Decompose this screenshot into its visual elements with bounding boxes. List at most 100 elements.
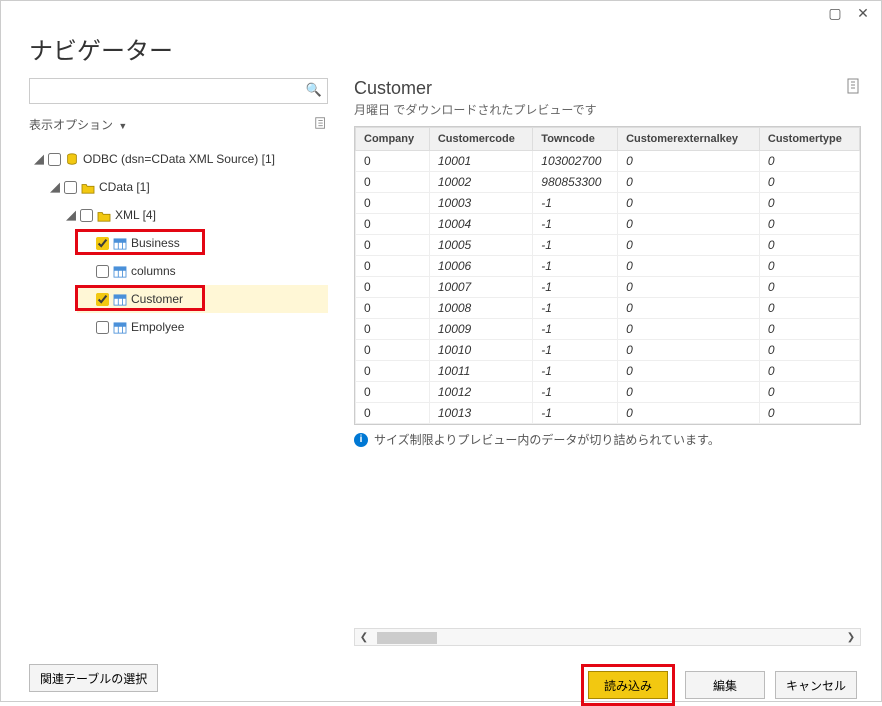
nav-tree: ◢ ODBC (dsn=CData XML Source) [1] ◢ CDat…	[29, 145, 328, 341]
cancel-button[interactable]: キャンセル	[775, 671, 857, 699]
close-icon[interactable]: ✕	[855, 5, 871, 21]
column-header[interactable]: Customercode	[429, 128, 532, 151]
refresh-icon[interactable]	[314, 116, 328, 133]
select-related-button[interactable]: 関連テーブルの選択	[29, 664, 158, 692]
table-row[interactable]: 010011-100	[356, 361, 860, 382]
database-icon	[63, 152, 81, 167]
table-cell: -1	[533, 193, 618, 214]
preview-title: Customer	[354, 78, 597, 99]
checkbox-empolyee[interactable]	[96, 321, 109, 334]
preview-subtitle: 月曜日 でダウンロードされたプレビューです	[354, 101, 597, 118]
table-cell: 10003	[429, 193, 532, 214]
checkbox-cdata[interactable]	[64, 181, 77, 194]
table-icon	[111, 264, 129, 278]
table-cell: -1	[533, 298, 618, 319]
table-row[interactable]: 010007-100	[356, 277, 860, 298]
table-cell: -1	[533, 319, 618, 340]
page-icon[interactable]	[847, 78, 861, 97]
table-row[interactable]: 010005-100	[356, 235, 860, 256]
table-row[interactable]: 010004-100	[356, 214, 860, 235]
column-header[interactable]: Customertype	[759, 128, 859, 151]
checkbox-customer[interactable]	[96, 293, 109, 306]
table-icon	[111, 320, 129, 334]
scroll-left-icon[interactable]: ❮	[355, 632, 373, 643]
table-cell: 0	[618, 403, 760, 424]
table-row[interactable]: 010013-100	[356, 403, 860, 424]
scroll-right-icon[interactable]: ❯	[842, 632, 860, 643]
table-cell: 0	[356, 151, 430, 172]
checkbox-xml[interactable]	[80, 209, 93, 222]
column-header[interactable]: Towncode	[533, 128, 618, 151]
tree-item-business[interactable]: Business	[77, 229, 328, 257]
search-input[interactable]	[29, 78, 328, 104]
table-cell: 10013	[429, 403, 532, 424]
table-row[interactable]: 010012-100	[356, 382, 860, 403]
table-row[interactable]: 010008-100	[356, 298, 860, 319]
table-cell: 0	[618, 172, 760, 193]
info-icon: i	[354, 433, 368, 447]
tree-cdata[interactable]: ◢ CData [1]	[45, 173, 328, 201]
table-cell: 10005	[429, 235, 532, 256]
tree-root[interactable]: ◢ ODBC (dsn=CData XML Source) [1]	[29, 145, 328, 173]
edit-button[interactable]: 編集	[685, 671, 765, 699]
table-row[interactable]: 01000298085330000	[356, 172, 860, 193]
tree-item-empolyee[interactable]: Empolyee	[77, 313, 328, 341]
page-title: ナビゲーター	[29, 31, 853, 66]
table-cell: 0	[759, 214, 859, 235]
column-header[interactable]: Customerexternalkey	[618, 128, 760, 151]
scroll-thumb[interactable]	[377, 632, 437, 644]
table-cell: 0	[618, 319, 760, 340]
table-cell: 0	[356, 319, 430, 340]
table-cell: 0	[618, 382, 760, 403]
column-header[interactable]: Company	[356, 128, 430, 151]
table-cell: 0	[356, 382, 430, 403]
info-text: サイズ制限よりプレビュー内のデータが切り詰められています。	[374, 431, 720, 448]
checkbox-business[interactable]	[96, 237, 109, 250]
table-icon	[111, 236, 129, 250]
table-cell: 0	[356, 277, 430, 298]
table-cell: 0	[356, 235, 430, 256]
table-cell: -1	[533, 340, 618, 361]
table-cell: 0	[618, 361, 760, 382]
collapse-icon[interactable]: ◢	[33, 151, 45, 167]
table-cell: 0	[618, 340, 760, 361]
folder-icon	[79, 180, 97, 194]
tree-item-customer[interactable]: Customer	[77, 285, 328, 313]
table-cell: 10011	[429, 361, 532, 382]
table-cell: 10012	[429, 382, 532, 403]
table-cell: 0	[759, 277, 859, 298]
table-cell: 0	[759, 319, 859, 340]
table-row[interactable]: 010010-100	[356, 340, 860, 361]
table-cell: 0	[356, 172, 430, 193]
table-cell: 0	[356, 256, 430, 277]
table-row[interactable]: 010006-100	[356, 256, 860, 277]
table-cell: 0	[759, 193, 859, 214]
table-cell: 0	[759, 235, 859, 256]
table-cell: 10001	[429, 151, 532, 172]
checkbox-root[interactable]	[48, 153, 61, 166]
collapse-icon[interactable]: ◢	[65, 207, 77, 223]
collapse-icon[interactable]: ◢	[49, 179, 61, 195]
load-button[interactable]: 読み込み	[588, 671, 668, 699]
table-cell: 0	[759, 172, 859, 193]
table-cell: -1	[533, 235, 618, 256]
search-icon[interactable]: 🔍	[306, 82, 322, 98]
table-cell: 0	[356, 340, 430, 361]
table-cell: 0	[759, 298, 859, 319]
horizontal-scrollbar[interactable]: ❮ ❯	[354, 628, 861, 646]
table-cell: 0	[759, 382, 859, 403]
checkbox-columns[interactable]	[96, 265, 109, 278]
tree-xml[interactable]: ◢ XML [4]	[61, 201, 328, 229]
table-row[interactable]: 010009-100	[356, 319, 860, 340]
table-cell: 0	[618, 151, 760, 172]
restore-icon[interactable]: ▢	[827, 5, 843, 21]
table-cell: -1	[533, 256, 618, 277]
tree-item-columns[interactable]: columns	[77, 257, 328, 285]
table-cell: 10009	[429, 319, 532, 340]
table-cell: 10008	[429, 298, 532, 319]
table-cell: 10004	[429, 214, 532, 235]
chevron-down-icon: ▼	[118, 121, 127, 131]
table-row[interactable]: 010003-100	[356, 193, 860, 214]
display-options-dropdown[interactable]: 表示オプション ▼	[29, 116, 127, 133]
table-row[interactable]: 01000110300270000	[356, 151, 860, 172]
